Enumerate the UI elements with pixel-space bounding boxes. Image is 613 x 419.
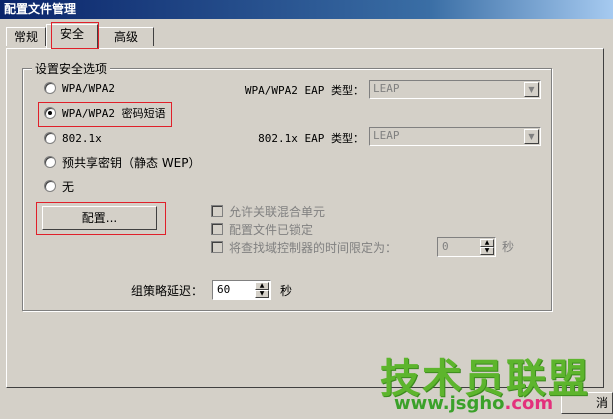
radio-label: 无 — [62, 179, 75, 194]
radio-indicator[interactable] — [44, 132, 56, 144]
checkbox-label: 允许关联混合单元 — [229, 204, 326, 219]
radio-static-wep[interactable]: 预共享密钥（静态 WEP） — [44, 153, 201, 171]
checkbox-label: 配置文件已锁定 — [229, 222, 314, 237]
policy-delay-value: 60 — [217, 283, 231, 296]
window-title: 配置文件管理 — [0, 0, 613, 19]
radio-8021x[interactable]: 802.1x — [44, 129, 102, 147]
watermark-url-tld: .com — [504, 393, 554, 414]
radio-label: WPA/WPA2 — [62, 81, 115, 95]
spinner-buttons[interactable]: ▲ ▼ — [255, 282, 269, 298]
allow-mixed-cells-checkbox[interactable]: 允许关联混合单元 — [211, 202, 325, 220]
radio-indicator[interactable] — [44, 82, 56, 94]
tab-general[interactable]: 常规 — [6, 27, 46, 46]
radio-label: WPA/WPA2 密码短语 — [62, 107, 166, 120]
dot1x-eap-label: 802.1x EAP 类型： — [258, 132, 364, 145]
tab-advanced[interactable]: 高级 — [98, 27, 154, 46]
spin-down-icon[interactable]: ▼ — [255, 290, 269, 298]
wpa-eap-value: LEAP — [373, 82, 400, 95]
radio-indicator[interactable] — [44, 180, 56, 192]
radio-none[interactable]: 无 — [44, 177, 74, 195]
checkbox-box[interactable] — [211, 223, 223, 235]
watermark-url-main: www.jsgho — [394, 393, 505, 414]
checkbox-box[interactable] — [211, 241, 223, 253]
policy-delay-label: 组策略延迟： — [131, 284, 204, 298]
limit-dc-time-checkbox[interactable]: 将查找域控制器的时间限定为： — [211, 238, 397, 256]
profile-locked-checkbox[interactable]: 配置文件已锁定 — [211, 220, 313, 238]
tab-bar: 常规 安全 高级 — [0, 19, 613, 49]
radio-indicator[interactable] — [44, 156, 56, 168]
dc-timeout-unit: 秒 — [502, 240, 515, 254]
dc-timeout-value: 0 — [442, 240, 449, 253]
dot1x-eap-value: LEAP — [373, 129, 400, 142]
spin-up-icon[interactable]: ▲ — [255, 282, 269, 290]
radio-wpa-wpa2[interactable]: WPA/WPA2 — [44, 79, 115, 97]
dot1x-eap-select[interactable]: LEAP ▼ — [369, 127, 541, 146]
chevron-down-icon[interactable]: ▼ — [524, 129, 539, 144]
dc-timeout-spinner[interactable]: 0 ▲ ▼ — [437, 237, 496, 257]
checkbox-box[interactable] — [211, 205, 223, 217]
configure-button[interactable]: 配置... — [42, 206, 157, 230]
chevron-down-icon[interactable]: ▼ — [524, 82, 539, 97]
tab-security[interactable]: 安全 — [46, 24, 98, 48]
wpa-eap-select[interactable]: LEAP ▼ — [369, 80, 541, 99]
radio-label: 预共享密钥（静态 WEP） — [62, 155, 201, 170]
radio-label: 802.1x — [62, 131, 102, 145]
watermark-url: www.jsgho.com — [394, 393, 553, 414]
policy-delay-unit: 秒 — [280, 284, 293, 298]
policy-delay-spinner[interactable]: 60 ▲ ▼ — [212, 280, 271, 300]
radio-indicator[interactable] — [44, 107, 56, 119]
checkbox-label: 将查找域控制器的时间限定为： — [229, 240, 398, 255]
spinner-buttons[interactable]: ▲ ▼ — [480, 239, 494, 255]
radio-wpa-passphrase[interactable]: WPA/WPA2 密码短语 — [44, 104, 166, 122]
group-title: 设置安全选项 — [32, 60, 111, 77]
spin-up-icon[interactable]: ▲ — [480, 239, 494, 247]
wpa-eap-label: WPA/WPA2 EAP 类型： — [244, 84, 364, 97]
spin-down-icon[interactable]: ▼ — [480, 247, 494, 255]
